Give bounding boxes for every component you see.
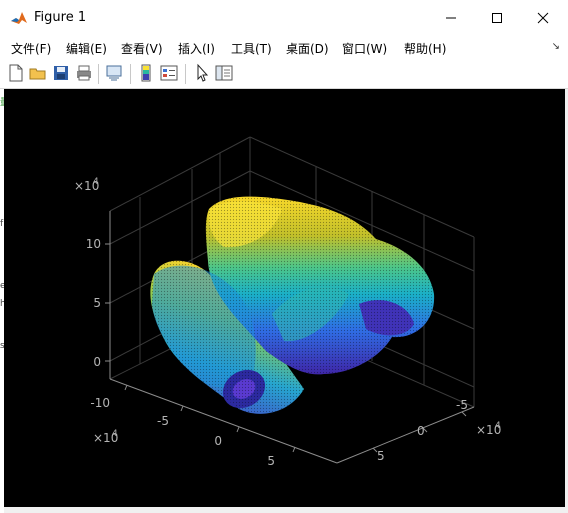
- toolbar-separator: [185, 64, 186, 84]
- new-figure-icon[interactable]: [6, 63, 26, 83]
- toolbar-separator: [130, 64, 131, 84]
- z-tick-label: 0: [93, 355, 101, 369]
- close-icon: [537, 12, 549, 24]
- figure-canvas: 量 f e h s: [0, 89, 568, 513]
- y-exponent-label: 4: [495, 421, 501, 431]
- matlab-logo-icon: [10, 9, 28, 27]
- figure-toolbar: [0, 60, 568, 89]
- window-title: Figure 1: [34, 10, 87, 25]
- maximize-icon: [492, 13, 502, 23]
- minimize-icon: [446, 17, 456, 19]
- insert-legend-icon[interactable]: [159, 63, 179, 83]
- z-exponent-label: 4: [93, 177, 99, 187]
- side-glyph: f: [0, 219, 4, 229]
- link-figure-icon[interactable]: [104, 63, 124, 83]
- z-tick-label: 5: [93, 296, 101, 310]
- z-tick-label: 10: [86, 237, 101, 251]
- open-file-icon[interactable]: [28, 63, 48, 83]
- x-tick-label: -10: [90, 396, 110, 410]
- y-tick-label: -5: [456, 398, 468, 412]
- dock-arrow-icon[interactable]: ↘: [552, 41, 560, 52]
- close-button[interactable]: [520, 0, 566, 36]
- minimize-button[interactable]: [428, 0, 474, 36]
- edit-plot-icon[interactable]: [192, 63, 212, 83]
- menu-desktop[interactable]: 桌面(D): [286, 40, 329, 57]
- toolbar-separator: [98, 64, 99, 84]
- title-bar[interactable]: Figure 1: [0, 0, 568, 37]
- y-tick-label: 5: [377, 449, 385, 463]
- menu-bar: 文件(F) 编辑(E) 查看(V) 插入(I) 工具(T) 桌面(D) 窗口(W…: [0, 36, 568, 60]
- menu-view[interactable]: 查看(V): [121, 40, 163, 57]
- x-tick-label: -5: [157, 414, 169, 428]
- y-axis-labels: -5 0 5 ×10 4: [377, 398, 501, 463]
- menu-edit[interactable]: 编辑(E): [66, 40, 107, 57]
- maximize-button[interactable]: [474, 0, 520, 36]
- save-icon[interactable]: [51, 63, 71, 83]
- property-inspector-icon[interactable]: [214, 63, 234, 83]
- axes-3d[interactable]: ×10 4 10 5 0 -10 -5 0 5 ×10 4 -5 0 5 ×10: [4, 89, 565, 507]
- menu-tools[interactable]: 工具(T): [231, 40, 272, 57]
- x-exponent-label: 4: [112, 429, 118, 439]
- x-tick-label: 0: [214, 434, 222, 448]
- insert-colorbar-icon[interactable]: [136, 63, 156, 83]
- menu-insert[interactable]: 插入(I): [178, 40, 215, 57]
- z-axis-labels: ×10 4 10 5 0: [74, 177, 101, 369]
- print-icon[interactable]: [74, 63, 94, 83]
- plot-svg: ×10 4 10 5 0 -10 -5 0 5 ×10 4 -5 0 5 ×10: [74, 136, 501, 468]
- x-tick-label: 5: [267, 454, 275, 468]
- surface-point-cloud: [150, 196, 435, 414]
- menu-help[interactable]: 帮助(H): [404, 40, 446, 57]
- y-tick-label: 0: [417, 424, 425, 438]
- menu-window[interactable]: 窗口(W): [342, 40, 387, 57]
- menu-file[interactable]: 文件(F): [11, 40, 51, 57]
